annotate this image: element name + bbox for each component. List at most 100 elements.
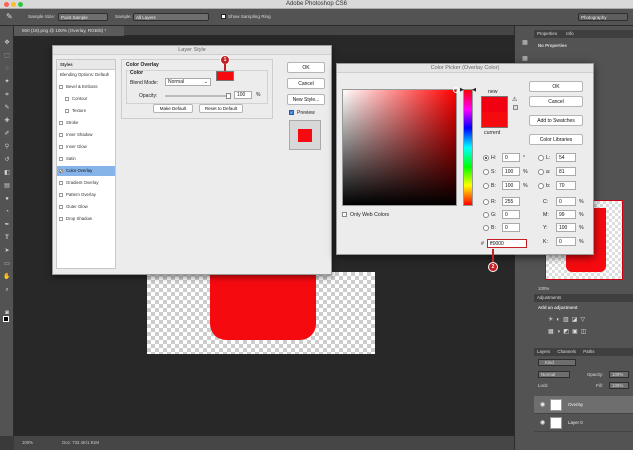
cancel-button[interactable]: Cancel — [287, 78, 325, 89]
hue-input[interactable]: 0 — [502, 153, 520, 162]
layer-row-layer-0[interactable]: ◉ Layer 0 — [534, 414, 633, 432]
reset-default-button[interactable]: Reset to Default — [199, 104, 243, 113]
lab-a-radio[interactable] — [538, 169, 544, 175]
only-web-colors-checkbox[interactable] — [342, 212, 347, 217]
foreground-color-swatch[interactable] — [3, 316, 9, 322]
blue-input[interactable]: 0 — [502, 223, 520, 232]
path-select-tool-icon[interactable]: ➤ — [3, 248, 11, 254]
style-checkbox[interactable] — [65, 109, 69, 113]
red-shape-layer[interactable] — [210, 272, 316, 340]
lasso-tool-icon[interactable]: ◌ — [3, 66, 11, 72]
style-checkbox[interactable] — [59, 85, 63, 89]
quick-select-tool-icon[interactable]: ✦ — [3, 79, 11, 85]
style-item-stroke[interactable]: Stroke — [57, 118, 115, 128]
hue-slider-arrow-right-icon[interactable]: ◀ — [472, 87, 476, 93]
opacity-slider-thumb[interactable] — [226, 93, 231, 99]
saturation-input[interactable]: 100 — [502, 167, 520, 176]
style-checkbox[interactable] — [59, 167, 63, 177]
crop-tool-icon[interactable]: ⌗ — [3, 92, 11, 98]
blend-mode-select[interactable]: Normal — [538, 371, 570, 378]
hue-slider[interactable]: ▶ ◀ — [460, 87, 476, 206]
opacity-input[interactable]: 100 — [234, 91, 252, 99]
tab-channels[interactable]: Channels — [557, 349, 576, 354]
shape-tool-icon[interactable]: ▭ — [3, 261, 11, 267]
layer-name[interactable]: Overlay — [568, 402, 583, 407]
style-checkbox[interactable] — [59, 205, 63, 209]
lab-b-radio[interactable] — [538, 183, 544, 189]
style-item-gradient-overlay[interactable]: Gradient Overlay — [57, 178, 115, 188]
style-item-drop-shadow[interactable]: Drop Shadow — [57, 214, 115, 224]
picker-ok-button[interactable]: OK — [529, 81, 583, 92]
style-item-inner-shadow[interactable]: Inner Shadow — [57, 130, 115, 140]
style-checkbox[interactable] — [59, 217, 63, 221]
type-tool-icon[interactable]: T — [3, 235, 11, 241]
color-field[interactable] — [342, 87, 459, 206]
lab-l-input[interactable]: 54 — [556, 153, 576, 162]
green-radio[interactable] — [483, 212, 489, 218]
adjustment-icons-2[interactable]: ▦◑◩▣◫ — [548, 328, 589, 335]
style-checkbox[interactable] — [59, 133, 63, 137]
swatches-panel-icon[interactable]: ▦ — [521, 56, 529, 62]
brightness-radio[interactable] — [483, 183, 489, 189]
saturation-radio[interactable] — [483, 169, 489, 175]
brightness-input[interactable]: 100 — [502, 181, 520, 190]
move-tool-icon[interactable]: ✥ — [3, 40, 11, 46]
pen-tool-icon[interactable]: ✒ — [3, 222, 11, 228]
history-panel-icon[interactable]: ▦ — [521, 40, 529, 46]
adjustment-icons[interactable]: ☀◐▥◪▽ — [548, 316, 588, 323]
zoom-tool-icon[interactable]: ⌕ — [3, 287, 11, 293]
style-item-outer-glow[interactable]: Outer Glow — [57, 202, 115, 212]
history-brush-icon[interactable]: ↺ — [3, 157, 11, 163]
red-radio[interactable] — [483, 199, 489, 205]
style-item-texture[interactable]: Texture — [57, 106, 115, 116]
marquee-tool-icon[interactable]: ⬚ — [3, 53, 11, 59]
style-item-pattern-overlay[interactable]: Pattern Overlay — [57, 190, 115, 200]
lab-b-input[interactable]: 70 — [556, 181, 576, 190]
out-of-gamut-warning-icon[interactable]: ⚠ — [512, 96, 517, 103]
picker-cancel-button[interactable]: Cancel — [529, 96, 583, 107]
style-item-bevel-emboss[interactable]: Bevel & Emboss — [57, 82, 115, 92]
preview-checkbox[interactable]: ✓ — [289, 110, 294, 115]
tab-adjustments[interactable]: Adjustments — [537, 295, 561, 300]
layer-row-overlay[interactable]: ◉ Overlay — [534, 396, 633, 414]
hex-input[interactable]: ff0000 — [487, 239, 527, 248]
web-safe-cube-icon[interactable] — [513, 105, 518, 110]
add-to-swatches-button[interactable]: Add to Swatches — [529, 115, 583, 126]
yellow-input[interactable]: 100 — [556, 223, 576, 232]
magenta-input[interactable]: 99 — [556, 210, 576, 219]
zoom-level[interactable]: 100% — [22, 440, 33, 445]
style-item-contour[interactable]: Contour — [57, 94, 115, 104]
new-style-button[interactable]: New Style... — [287, 94, 325, 105]
green-input[interactable]: 0 — [502, 210, 520, 219]
style-checkbox[interactable] — [59, 157, 63, 161]
style-checkbox[interactable] — [65, 97, 69, 101]
make-default-button[interactable]: Make Default — [153, 104, 193, 113]
gradient-tool-icon[interactable]: ▤ — [3, 183, 11, 189]
document-tab[interactable]: 500 (19).png @ 100% (Overlay, RGB/8) * — [14, 26, 124, 36]
blur-tool-icon[interactable]: ● — [3, 196, 11, 202]
sample-select[interactable]: All Layers — [133, 13, 209, 21]
tab-paths[interactable]: Paths — [583, 349, 594, 354]
style-item-blending-options-default[interactable]: Blending Options: Default — [57, 70, 115, 80]
lab-l-radio[interactable] — [538, 155, 544, 161]
style-item-inner-glow[interactable]: Inner Glow — [57, 142, 115, 152]
style-item-color-overlay[interactable]: Color Overlay — [57, 166, 115, 177]
sampling-ring-checkbox[interactable] — [221, 14, 226, 19]
hue-slider-arrow-icon[interactable]: ▶ — [460, 87, 464, 93]
style-checkbox[interactable] — [59, 181, 63, 185]
style-checkbox[interactable] — [59, 121, 63, 125]
hand-tool-icon[interactable]: ✋ — [3, 274, 11, 280]
fill-value[interactable]: 100% — [609, 382, 629, 389]
blend-mode-select[interactable]: Normal ⌄ — [165, 78, 211, 86]
sample-size-select[interactable]: Point Sample — [58, 13, 108, 21]
eyedropper-icon[interactable]: ✎ — [3, 105, 11, 111]
opacity-slider[interactable] — [165, 95, 229, 97]
style-checkbox[interactable] — [59, 145, 63, 149]
visibility-eye-icon[interactable]: ◉ — [540, 419, 545, 426]
color-libraries-button[interactable]: Color Libraries — [529, 134, 583, 145]
tab-layers[interactable]: Layers — [537, 349, 550, 354]
overlay-color-swatch[interactable] — [216, 71, 234, 81]
style-item-satin[interactable]: Satin — [57, 154, 115, 164]
lab-a-input[interactable]: 81 — [556, 167, 576, 176]
ok-button[interactable]: OK — [287, 62, 325, 73]
